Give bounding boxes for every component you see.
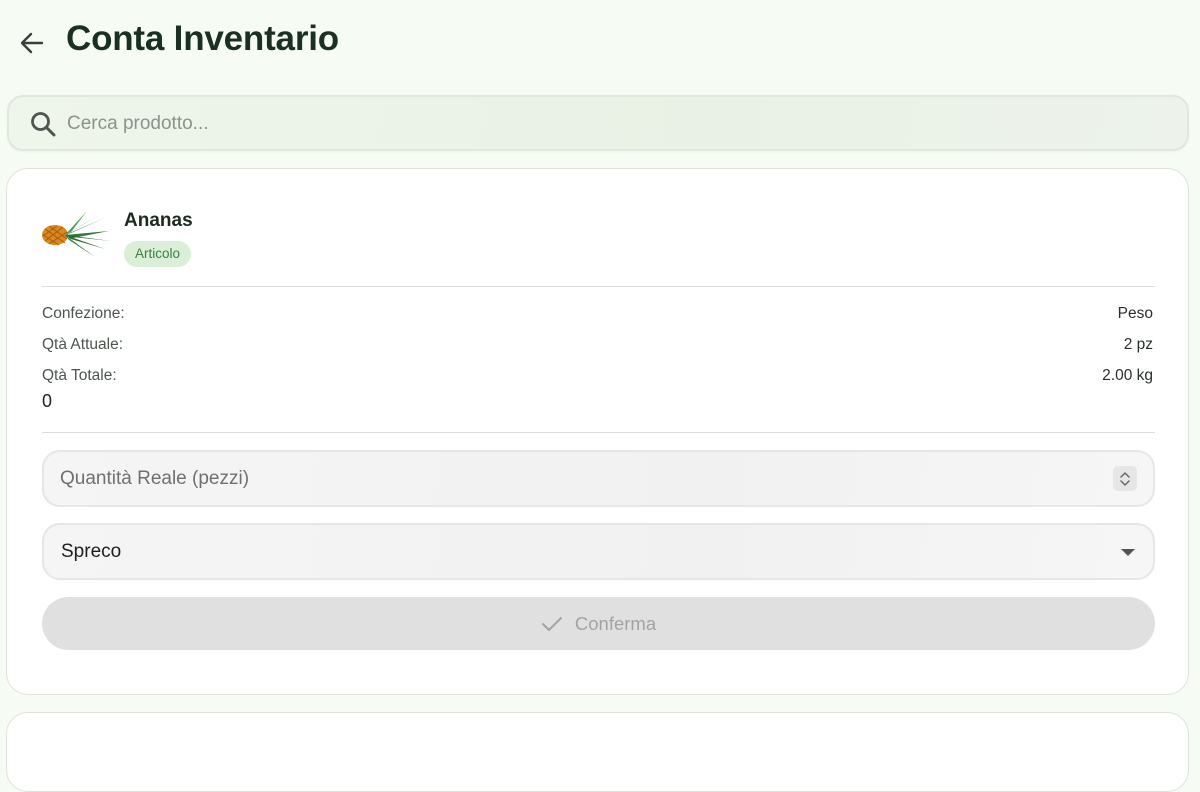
pineapple-icon (42, 211, 111, 257)
search-icon (31, 112, 56, 137)
reason-select-value: Spreco (61, 541, 122, 562)
reason-select[interactable]: Spreco (42, 523, 1155, 580)
search-input[interactable] (67, 107, 1167, 141)
back-button[interactable] (14, 28, 50, 58)
product-type-badge: Articolo (124, 241, 192, 267)
qta-totale-label: Qtà Totale: (42, 367, 117, 384)
spinner-icon[interactable] (1113, 466, 1137, 491)
arrow-left-icon (20, 32, 44, 54)
qta-attuale-value: 2 pz (1123, 336, 1153, 353)
check-icon (541, 616, 562, 631)
next-product-card (6, 712, 1189, 792)
divider (42, 286, 1155, 287)
extra-value: 0 (42, 391, 53, 411)
product-name: Ananas (124, 210, 193, 231)
quantity-field[interactable] (42, 450, 1155, 507)
caret-down-icon (1121, 549, 1135, 556)
header: Conta Inventario (0, 0, 1200, 84)
confezione-value: Peso (1117, 305, 1153, 322)
qta-attuale-label: Qtà Attuale: (42, 336, 123, 353)
divider (42, 432, 1155, 433)
confezione-label: Confezione: (42, 305, 125, 322)
page-title: Conta Inventario (66, 19, 339, 58)
search-bar[interactable] (7, 95, 1189, 151)
product-card: Ananas Articolo Confezione: Peso Qtà Att… (6, 168, 1189, 695)
confirm-label: Conferma (574, 612, 657, 634)
qta-totale-value: 2.00 kg (1102, 367, 1153, 384)
quantity-input[interactable] (60, 464, 1100, 494)
confirm-button[interactable]: Conferma (42, 597, 1155, 650)
